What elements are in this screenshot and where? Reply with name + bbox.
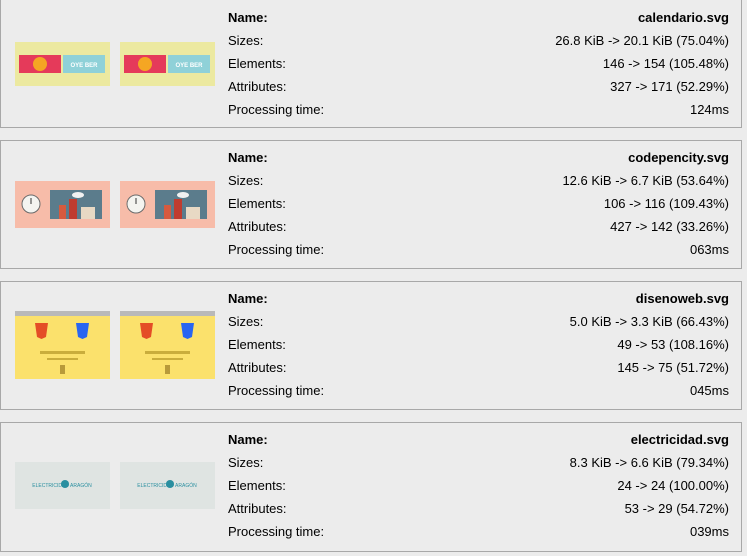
elements-value: 146 -> 154 (105.48%) [602, 56, 729, 71]
city-illustration-icon [126, 190, 207, 219]
result-card-electricidad: ELECTRICIDAD ARAGÓN ELECTRICIDAD ARAGÓN … [0, 422, 742, 552]
processing-time-value: 063ms [689, 242, 729, 257]
web-design-illustration-icon [120, 311, 215, 374]
processing-time-value: 124ms [689, 102, 729, 117]
name-label: Name: [228, 291, 268, 306]
result-card-calendario: OYE BER OYE BER Name: calendario.svg Size… [0, 0, 742, 128]
optimized-thumbnail [120, 181, 215, 228]
elements-label: Elements: [228, 337, 286, 352]
name-label: Name: [228, 10, 268, 25]
file-name: disenoweb.svg [635, 291, 729, 306]
processing-time-label: Processing time: [228, 524, 325, 539]
processing-time-value: 045ms [689, 383, 729, 398]
calendar-illustration-icon: OYE BER [124, 55, 210, 73]
original-thumbnail: ELECTRICIDAD ARAGÓN [15, 462, 110, 509]
attributes-label: Attributes: [228, 501, 287, 516]
file-name: codepencity.svg [628, 150, 729, 165]
thumb-text: ELECTRICIDAD ARAGÓN [32, 482, 92, 489]
original-thumbnail: OYE BER [15, 42, 110, 86]
sizes-value: 26.8 KiB -> 20.1 KiB (75.04%) [555, 33, 729, 48]
processing-time-label: Processing time: [228, 383, 325, 398]
original-thumbnail [15, 311, 110, 379]
attributes-value: 145 -> 75 (51.72%) [617, 360, 729, 375]
electricidad-logo-icon: ELECTRICIDAD ARAGÓN [137, 480, 197, 489]
elements-value: 106 -> 116 (109.43%) [603, 196, 729, 211]
optimized-thumbnail: OYE BER [120, 42, 215, 86]
attributes-value: 427 -> 142 (33.26%) [610, 219, 729, 234]
sizes-value: 8.3 KiB -> 6.6 KiB (79.34%) [569, 455, 729, 470]
calendar-illustration-icon: OYE BER [19, 55, 105, 73]
electricidad-logo-icon: ELECTRICIDAD ARAGÓN [32, 480, 92, 489]
original-thumbnail [15, 181, 110, 228]
elements-label: Elements: [228, 56, 286, 71]
sizes-label: Sizes: [228, 314, 264, 329]
sizes-value: 12.6 KiB -> 6.7 KiB (53.64%) [562, 173, 729, 188]
web-design-illustration-icon [15, 311, 110, 374]
elements-label: Elements: [228, 196, 286, 211]
elements-value: 24 -> 24 (100.00%) [617, 478, 729, 493]
sizes-label: Sizes: [228, 33, 264, 48]
processing-time-value: 039ms [689, 524, 729, 539]
processing-time-label: Processing time: [228, 242, 325, 257]
processing-time-label: Processing time: [228, 102, 325, 117]
sizes-value: 5.0 KiB -> 3.3 KiB (66.43%) [569, 314, 729, 329]
result-card-disenoweb: Name: disenoweb.svg Sizes: 5.0 KiB -> 3.3 … [0, 281, 742, 410]
result-card-codepencity: Name: codepencity.svg Sizes: 12.6 KiB -> 6… [0, 140, 742, 269]
name-label: Name: [228, 150, 268, 165]
optimized-thumbnail: ELECTRICIDAD ARAGÓN [120, 462, 215, 509]
attributes-value: 327 -> 171 (52.29%) [610, 79, 729, 94]
name-label: Name: [228, 432, 268, 447]
city-illustration-icon [21, 190, 102, 219]
thumb-text: ELECTRICIDAD ARAGÓN [137, 482, 197, 489]
file-name: calendario.svg [637, 10, 729, 25]
thumb-text: OYE BER [175, 63, 203, 69]
thumb-text: OYE BER [70, 63, 98, 69]
attributes-label: Attributes: [228, 219, 287, 234]
sizes-label: Sizes: [228, 173, 264, 188]
elements-label: Elements: [228, 478, 286, 493]
file-name: electricidad.svg [630, 432, 729, 447]
elements-value: 49 -> 53 (108.16%) [617, 337, 729, 352]
sizes-label: Sizes: [228, 455, 264, 470]
attributes-label: Attributes: [228, 79, 287, 94]
attributes-label: Attributes: [228, 360, 287, 375]
optimized-thumbnail [120, 311, 215, 379]
attributes-value: 53 -> 29 (54.72%) [624, 501, 729, 516]
